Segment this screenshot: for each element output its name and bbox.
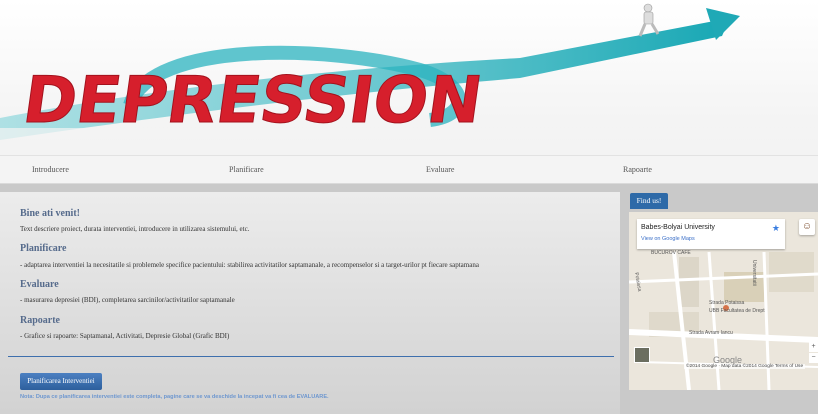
depression-illustration: DEPRESSION <box>0 3 818 155</box>
avatar[interactable]: ☺ <box>799 219 815 235</box>
map-label-universitatii: Universitatii <box>751 260 757 286</box>
rapoarte-text: - Grafice si rapoarte: Saptamanal, Activ… <box>20 332 230 340</box>
planificare-text: - adaptarea interventiei la necesitatile… <box>20 261 479 269</box>
nav-rapoarte[interactable]: Rapoarte <box>623 165 652 174</box>
map-label-avram-iancu: Strada Avram Iancu <box>689 330 733 336</box>
map-label-potaissa: Strada Potaissa <box>709 300 745 306</box>
planificare-title: Planificare <box>20 243 67 254</box>
evaluare-text: - masurarea depresiei (BDI), completarea… <box>20 296 235 304</box>
banner-word: DEPRESSION <box>19 63 487 138</box>
view-on-google-maps-link[interactable]: View on Google Maps <box>641 236 695 242</box>
nav-evaluare[interactable]: Evaluare <box>426 165 454 174</box>
section-divider <box>8 356 614 357</box>
evaluare-title: Evaluare <box>20 279 59 290</box>
main-content: Bine ati venit! Text descriere proiect, … <box>0 192 620 414</box>
map-info-card: Babes-Bolyai University View on Google M… <box>637 219 785 249</box>
place-name: Babes-Bolyai University <box>641 224 715 231</box>
sidebar: Find us! Babes-Bolyai University View on… <box>628 192 818 414</box>
save-star-icon[interactable]: ★ <box>772 223 780 234</box>
nav-planificare[interactable]: Planificare <box>229 165 264 174</box>
google-map[interactable]: Babes-Bolyai University View on Google M… <box>629 212 818 390</box>
nav-introducere[interactable]: Introducere <box>32 165 69 174</box>
map-attribution: ©2014 Google · Map data ©2014 Google Ter… <box>684 364 806 369</box>
banner-image: DEPRESSION <box>0 0 818 155</box>
welcome-text: Text descriere proiect, durata intervent… <box>20 225 250 233</box>
welcome-title: Bine ati venit! <box>20 208 80 219</box>
planificarea-interventiei-button[interactable]: Planificarea Interventiei <box>20 373 102 390</box>
zoom-in-button[interactable]: + <box>809 342 818 352</box>
rapoarte-title: Rapoarte <box>20 315 60 326</box>
map-label-drept: UBB Facultatea de Drept <box>709 308 765 314</box>
zoom-out-button[interactable]: − <box>809 353 818 363</box>
walking-figure-icon <box>638 3 660 37</box>
evaluation-note: Nota: Dupa ce planificarea interventiei … <box>20 394 329 400</box>
map-label-cafe: BUCUROV CAFE <box>651 250 691 256</box>
main-nav: Introducere Planificare Evaluare Rapoart… <box>0 155 818 184</box>
satellite-thumbnail[interactable] <box>634 347 650 363</box>
find-us-tab[interactable]: Find us! <box>630 193 668 209</box>
